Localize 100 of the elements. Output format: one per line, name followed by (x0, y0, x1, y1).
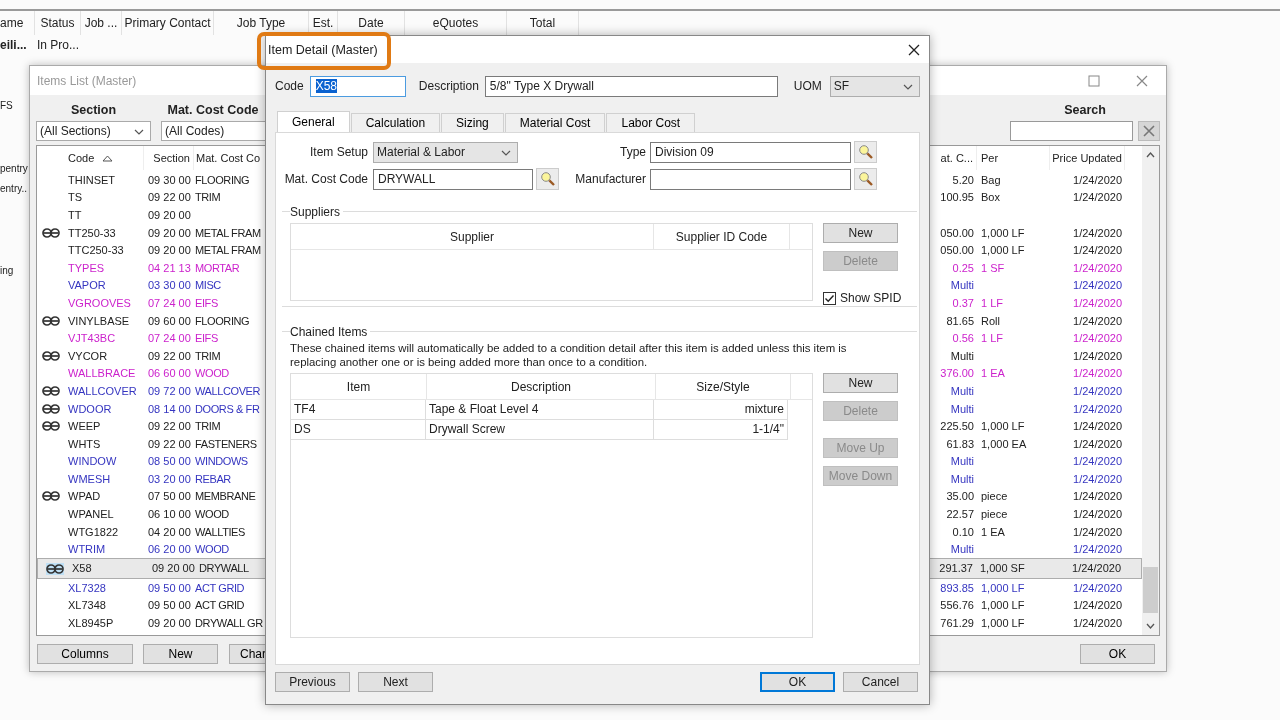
table-cell-text: WMESH (67, 472, 112, 485)
table-cell-text: WPAD (67, 490, 102, 503)
table-cell-text: TYPES (67, 261, 106, 274)
table-cell-text: 03 30 00 (147, 279, 192, 292)
table-cell: MORTAR (195, 261, 240, 274)
field-label: Description (418, 79, 479, 93)
table-cell: WALLCOVER (195, 384, 261, 397)
table-cell: piece (981, 490, 1008, 503)
table-cell: Multi (950, 279, 974, 292)
table-cell-text: 09 20 00 (147, 244, 192, 257)
table-cell: 1 LF (981, 332, 1003, 345)
table-cell: 1/24/2020 (1073, 599, 1122, 612)
table-cell-text: 09 20 00 (151, 561, 196, 577)
table-cell: 1,000 SF (980, 562, 1025, 575)
table-cell: 35.00 (946, 490, 974, 503)
table-cell: 1/24/2020 (1073, 296, 1122, 309)
table-cell: DS (291, 420, 426, 440)
table-cell: 5.20 (952, 173, 974, 186)
table-cell: TF4 (291, 400, 426, 420)
checkbox-label: Show SPID (840, 291, 902, 305)
table-cell-text: In Pro... (36, 37, 80, 54)
table-cell: Multi (950, 543, 974, 556)
field-label: Type (619, 145, 646, 159)
table-cell: DOORS & FR (195, 402, 260, 415)
table-cell: 1/24/2020 (1073, 581, 1122, 594)
table-cell-text: 08 14 00 (147, 402, 192, 415)
table-cell-text: WTG1822 (67, 525, 120, 538)
table-cell: WALLTIES (195, 525, 245, 538)
table-cell: Multi (950, 349, 974, 362)
table-cell: 1,000 LF (981, 226, 1025, 239)
table-cell: 556.76 (940, 599, 974, 612)
table-cell: 1/24/2020 (1072, 562, 1121, 575)
table-cell-text: 03 20 00 (147, 472, 192, 485)
table-cell-text: WALLBRACE (67, 367, 137, 380)
table-cell: 1-1/4" (654, 420, 788, 440)
help-text: These chained items will automatically be added to a condition detail after this item is added unless this item is replacing another one or is being added more than once to a condition. (290, 341, 848, 369)
table-cell: 1/24/2020 (1073, 349, 1122, 362)
table-cell-text: TTC250-33 (67, 244, 125, 257)
table-cell-text: VAPOR (67, 279, 107, 292)
table-cell: FLOORING (195, 314, 250, 327)
table-cell: Bag (981, 173, 1001, 186)
table-cell-text: WDOOR (67, 402, 113, 415)
table-cell-text: 09 22 00 (147, 437, 192, 450)
table-cell: 1 SF (981, 261, 1005, 274)
table-cell: 1 EA (981, 367, 1005, 380)
table-cell: Multi (950, 402, 974, 415)
table-cell: Tape & Float Level 4 (426, 400, 654, 420)
table-cell: 81.65 (946, 314, 974, 327)
window-title: Items List (Master) (37, 73, 137, 88)
table-cell-text: WTRIM (67, 543, 107, 556)
table-cell-text: WINDOW (67, 455, 118, 468)
table-cell: 100.95 (940, 191, 974, 204)
table-cell-text: WPANEL (67, 508, 115, 521)
row-label: FS (0, 99, 13, 113)
table-cell-text: eili... (0, 37, 28, 54)
table-cell-text: 09 22 00 (147, 191, 192, 204)
row-label: entry.. (0, 182, 28, 196)
table-cell: 1 LF (981, 296, 1003, 309)
table-cell: 1/24/2020 (1073, 191, 1122, 204)
table-cell-text: 07 24 00 (147, 332, 192, 345)
table-cell: 1/24/2020 (1073, 543, 1122, 556)
table-cell: Multi (950, 455, 974, 468)
table-cell-text: X58 (71, 561, 93, 577)
table-cell: 1,000 LF (981, 599, 1025, 612)
table-cell: 22.57 (946, 508, 974, 521)
table-cell: 1/24/2020 (1073, 420, 1122, 433)
table-cell: ACT GRID (195, 581, 245, 594)
table-cell: 0.37 (952, 296, 974, 309)
table-cell: 1 EA (981, 525, 1005, 538)
search-label: Search (1064, 102, 1106, 118)
table-cell-text: 07 50 00 (147, 490, 192, 503)
table-cell: 376.00 (940, 367, 974, 380)
filter-label: Mat. Cost Code (167, 102, 259, 118)
table-cell-text: 07 24 00 (147, 296, 192, 309)
field-label: Item Setup (308, 145, 368, 159)
table-cell-text: 06 20 00 (147, 543, 192, 556)
table-cell-text: WHTS (67, 437, 102, 450)
table-cell: WOOD (195, 543, 229, 556)
table-cell-text: 09 20 00 (147, 209, 192, 221)
table-cell: 0.25 (952, 261, 974, 274)
table-cell: 050.00 (940, 244, 974, 257)
table-cell-text: 04 20 00 (147, 525, 192, 538)
table-cell: 1/24/2020 (1073, 226, 1122, 239)
table-cell-text: XL7348 (67, 599, 107, 612)
table-cell: 1/24/2020 (1073, 261, 1122, 274)
table-cell-text: 09 20 00 (147, 226, 192, 239)
table-cell-text: WALLCOVER (67, 384, 138, 397)
table-cell: 1/24/2020 (1073, 314, 1122, 327)
table-cell-text: VJT43BC (67, 332, 117, 345)
table-cell: 1,000 LF (981, 420, 1025, 433)
table-cell: 1/24/2020 (1073, 617, 1122, 630)
table-cell-text: 09 30 00 (147, 173, 192, 186)
table-cell: TRIM (195, 191, 221, 204)
table-cell: 1,000 LF (981, 244, 1025, 257)
table-cell-text: 09 50 00 (147, 599, 192, 612)
table-cell-text: 09 60 00 (147, 314, 192, 327)
table-cell: DRYWALL (199, 562, 249, 575)
table-cell: 1/24/2020 (1073, 367, 1122, 380)
row-label: ing (0, 264, 14, 278)
table-cell: mixture (654, 400, 788, 420)
